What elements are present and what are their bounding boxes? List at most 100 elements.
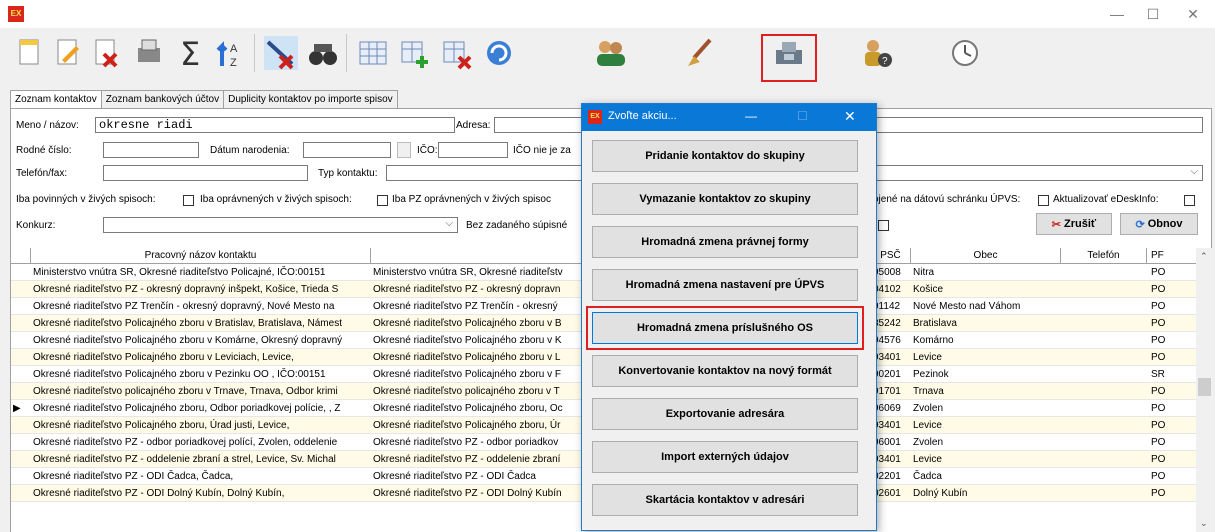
upvs-checkbox[interactable]	[1038, 195, 1049, 206]
scroll-thumb[interactable]	[1198, 378, 1211, 396]
cell-psc: 90201	[873, 369, 901, 380]
refresh-button[interactable]: ⟳ Obnov	[1120, 213, 1198, 235]
cell-psc: 93401	[873, 454, 901, 465]
cell-name: Okresné riaditeľstvo Policajného zboru, …	[33, 420, 290, 431]
only-mandatory-checkbox[interactable]	[183, 195, 194, 206]
refresh-icon[interactable]	[480, 34, 518, 72]
row-indicator	[13, 468, 29, 484]
cell-pf: PO	[1151, 437, 1166, 448]
dialog-action-button[interactable]: Konvertovanie kontaktov na nový formát	[592, 355, 858, 387]
dialog-action-button[interactable]: Import externých údajov	[592, 441, 858, 473]
cell-psc: 02601	[873, 488, 901, 499]
grid-header-obec[interactable]: Obec	[911, 248, 1061, 264]
scroll-down-icon[interactable]: ⌄	[1200, 518, 1208, 529]
cell-obec: Levice	[913, 352, 942, 363]
svg-text:?: ?	[882, 56, 888, 67]
cell-obec: Zvolen	[913, 437, 944, 448]
vertical-scrollbar[interactable]: ⌃ ⌄	[1196, 248, 1213, 532]
cell-psc: 96069	[873, 403, 901, 414]
only-mandatory-label: Iba povinných v živých spisoch:	[16, 194, 156, 205]
cell-name: Okresné riaditeľstvo PZ - oddelenie zbra…	[33, 454, 336, 465]
user-help-icon[interactable]: ?	[858, 34, 896, 72]
dialog-action-button[interactable]: Pridanie kontaktov do skupiny	[592, 140, 858, 172]
cancel-button[interactable]: ✂ Zrušiť	[1036, 213, 1112, 235]
dialog-action-button[interactable]: Skartácia kontaktov v adresári	[592, 484, 858, 516]
address-input[interactable]	[494, 117, 584, 133]
cell-name: Okresné riaditeľstvo Policajného zboru v…	[33, 352, 294, 363]
minimize-button[interactable]: —	[1102, 4, 1132, 24]
delete-row-icon[interactable]	[438, 34, 476, 72]
cell-name: Okresné riaditeľstvo Policajného zboru v…	[33, 335, 343, 346]
tab-duplicates[interactable]: Duplicity kontaktov po importe spisov	[223, 90, 398, 108]
contact-type-select[interactable]	[386, 165, 586, 181]
dialog-minimize-button[interactable]: —	[745, 109, 757, 123]
dialog-action-button[interactable]: Hromadná zmena právnej formy	[592, 226, 858, 258]
row-indicator	[13, 264, 29, 280]
chevron-down-icon: ⌵	[1190, 166, 1198, 177]
title-bar: EX — ☐ ✕	[0, 0, 1215, 29]
cell-obec: Bratislava	[913, 318, 957, 329]
binoculars-icon[interactable]	[304, 34, 342, 72]
edesk-checkbox[interactable]	[1184, 195, 1195, 206]
dialog-action-button[interactable]: Vymazanie kontaktov zo skupiny	[592, 183, 858, 215]
dialog-close-button[interactable]: ✕	[844, 108, 856, 125]
row-indicator	[13, 332, 29, 348]
scroll-up-icon[interactable]: ⌃	[1200, 251, 1208, 262]
grid-header-phone[interactable]: Telefón	[1061, 248, 1147, 264]
broom-icon[interactable]	[680, 34, 718, 72]
row-indicator	[13, 349, 29, 365]
cell-psc: 96001	[873, 437, 901, 448]
grid-header-name[interactable]: Pracovný názov kontaktu	[31, 248, 371, 264]
cell-psc: 93401	[873, 352, 901, 363]
filter-clear-icon[interactable]	[262, 34, 300, 72]
row-indicator	[13, 315, 29, 331]
add-row-icon[interactable]	[396, 34, 434, 72]
grid-header-psc[interactable]: PSČ	[871, 248, 911, 264]
only-authorized-checkbox[interactable]	[377, 195, 388, 206]
timer-icon[interactable]	[946, 34, 984, 72]
phone-input[interactable]	[103, 165, 308, 181]
cell-pf: PO	[1151, 403, 1166, 414]
sort-icon[interactable]: AZ	[212, 34, 250, 72]
birth-date-picker[interactable]	[397, 142, 411, 158]
konkurz-select[interactable]: ⌵	[103, 217, 458, 233]
users-icon[interactable]	[592, 34, 630, 72]
cell-obec: Nové Mesto nad Váhom	[913, 301, 1021, 312]
print-icon[interactable]	[130, 34, 168, 72]
birth-number-input[interactable]	[103, 142, 199, 158]
birth-date-label: Dátum narodenia:	[210, 145, 290, 156]
cell-pf: PO	[1151, 335, 1166, 346]
dialog-action-button[interactable]: Hromadná zmena nastavení pre ÚPVS	[592, 269, 858, 301]
tab-bank-accounts[interactable]: Zoznam bankových účtov	[100, 90, 225, 108]
grid-icon[interactable]	[354, 34, 392, 72]
row-indicator	[13, 451, 29, 467]
row-indicator	[13, 383, 29, 399]
row-indicator	[13, 366, 29, 382]
address-input-right[interactable]	[873, 117, 1203, 133]
delete-icon[interactable]	[86, 34, 124, 72]
cell-psc: 85242	[873, 318, 901, 329]
sum-icon[interactable]: Σ	[172, 34, 210, 72]
toolbar-separator	[346, 34, 347, 72]
contact-type-select-right[interactable]: ⌵	[873, 165, 1203, 181]
no-list-checkbox[interactable]	[878, 220, 889, 231]
new-icon[interactable]	[10, 34, 48, 72]
row-indicator: ▶	[13, 403, 21, 414]
cell-name: Okresné riaditeľstvo PZ - ODI Dolný Kubí…	[33, 488, 285, 499]
tab-contacts[interactable]: Zoznam kontaktov	[10, 90, 102, 109]
cell-psc: 93401	[873, 420, 901, 431]
dialog-action-button[interactable]: Exportovanie adresára	[592, 398, 858, 430]
dialog-maximize-button: ☐	[797, 109, 808, 123]
maximize-button[interactable]: ☐	[1138, 4, 1168, 24]
tab-strip: Zoznam kontaktov Zoznam bankových účtov …	[10, 90, 398, 109]
edit-icon[interactable]	[48, 34, 86, 72]
close-button[interactable]: ✕	[1178, 4, 1208, 24]
ico-input[interactable]	[438, 142, 508, 158]
cell-name: Okresné riaditeľstvo PZ - ODI Čadca, Čad…	[33, 471, 234, 482]
name-input[interactable]: okresne riadi	[95, 117, 455, 133]
grid-header-pf[interactable]: PF	[1147, 248, 1197, 264]
cell-pf: PO	[1151, 301, 1166, 312]
cell-pf: PO	[1151, 284, 1166, 295]
birth-date-input[interactable]	[303, 142, 391, 158]
row-indicator	[13, 281, 29, 297]
